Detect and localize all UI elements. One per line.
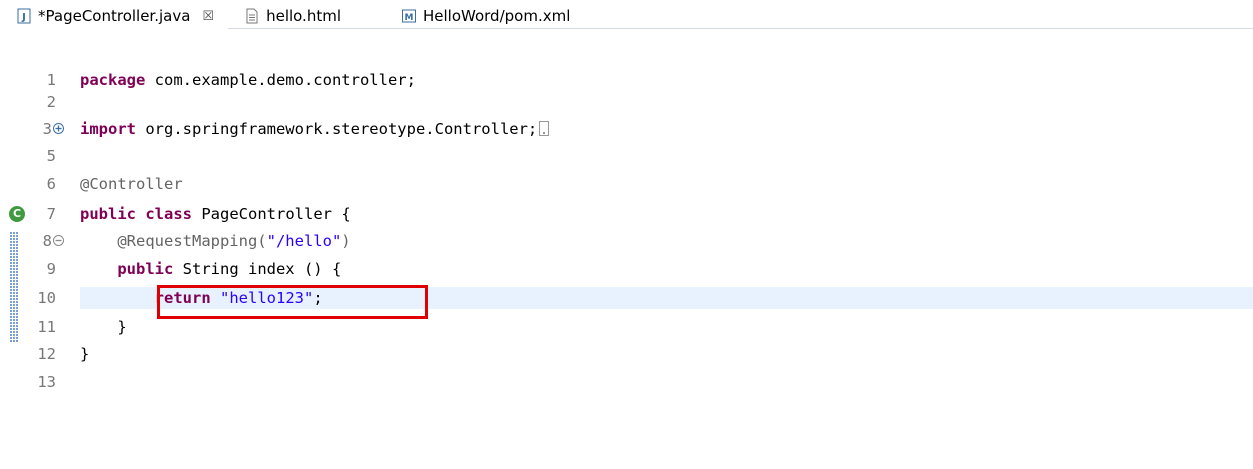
line-number: 11 — [37, 318, 56, 336]
maven-pom-icon: M — [401, 8, 417, 24]
svg-text:J: J — [21, 12, 26, 23]
code-line[interactable]: 3 import org.springframework.stereotype.… — [0, 118, 1253, 140]
highlight-box — [157, 285, 428, 319]
code-line[interactable]: C 7 public class PageController { — [0, 203, 1253, 225]
annotation: @RequestMapping( — [117, 232, 267, 250]
tab-pom-xml[interactable]: M HelloWord/pom.xml — [385, 2, 584, 30]
code-line[interactable]: 9 public String index () { — [0, 258, 1253, 280]
tab-label: *PageController.java — [38, 7, 191, 25]
code-line[interactable]: 5 — [0, 145, 1253, 167]
line-number: 3 — [42, 120, 52, 138]
line-number: 10 — [37, 289, 56, 307]
code-line[interactable]: 6 @Controller — [0, 173, 1253, 195]
code-segment: com.example.demo.controller; — [145, 71, 416, 89]
close-icon[interactable]: ☒ — [202, 9, 214, 24]
code-segment: PageController { — [192, 205, 351, 223]
tab-label: hello.html — [266, 7, 341, 25]
code-line[interactable]: 1 package com.example.demo.controller; — [0, 69, 1253, 91]
collapse-fold-icon[interactable] — [53, 235, 64, 246]
line-number: 5 — [46, 147, 56, 165]
keyword: import — [80, 120, 136, 138]
annotation: @Controller — [80, 175, 183, 193]
expand-fold-icon[interactable] — [53, 123, 64, 134]
code-line[interactable]: 8 @RequestMapping("/hello") — [0, 230, 1253, 252]
line-number: 13 — [37, 373, 56, 391]
code-text: @RequestMapping("/hello") — [80, 230, 1253, 252]
line-number: 9 — [46, 260, 56, 278]
line-number: 12 — [37, 345, 56, 363]
code-text: @Controller — [80, 173, 1253, 195]
svg-text:M: M — [405, 13, 414, 23]
code-text: public class PageController { — [80, 203, 1253, 225]
code-text: public String index () { — [80, 258, 1253, 280]
tab-label: HelloWord/pom.xml — [423, 7, 571, 25]
html-file-icon — [244, 8, 260, 24]
code-editor[interactable]: 1 package com.example.demo.controller; 2… — [0, 29, 1253, 469]
tab-hello-html[interactable]: hello.html — [228, 2, 355, 30]
code-line[interactable]: 2 — [0, 91, 1253, 113]
code-line[interactable]: 13 — [0, 371, 1253, 393]
editor-tab-bar: J *PageController.java ☒ hello.html M He… — [0, 0, 1253, 30]
code-line[interactable]: 12 } — [0, 343, 1253, 365]
code-text: } — [80, 345, 90, 363]
annotation: ) — [341, 232, 351, 250]
keyword: public — [117, 260, 174, 278]
line-number: 8 — [42, 232, 52, 250]
keyword: class — [145, 205, 193, 223]
java-file-icon: J — [16, 8, 32, 24]
keyword: public — [80, 205, 136, 223]
code-segment: org.springframework.stereotype.Controlle… — [136, 120, 538, 138]
code-segment: String index () { — [173, 260, 342, 278]
line-number: 7 — [46, 205, 56, 223]
code-line[interactable]: 11 } — [0, 316, 1253, 338]
collapsed-imports-icon[interactable] — [539, 121, 550, 136]
line-number: 6 — [46, 175, 56, 193]
code-text: } — [80, 318, 127, 336]
line-number: 1 — [46, 71, 56, 89]
keyword: package — [80, 71, 146, 89]
code-text: package com.example.demo.controller; — [80, 69, 1253, 91]
string-literal: "/hello" — [266, 232, 342, 250]
line-number: 2 — [46, 93, 56, 111]
tab-page-controller[interactable]: J *PageController.java ☒ — [0, 2, 229, 30]
code-text: import org.springframework.stereotype.Co… — [80, 118, 1253, 140]
